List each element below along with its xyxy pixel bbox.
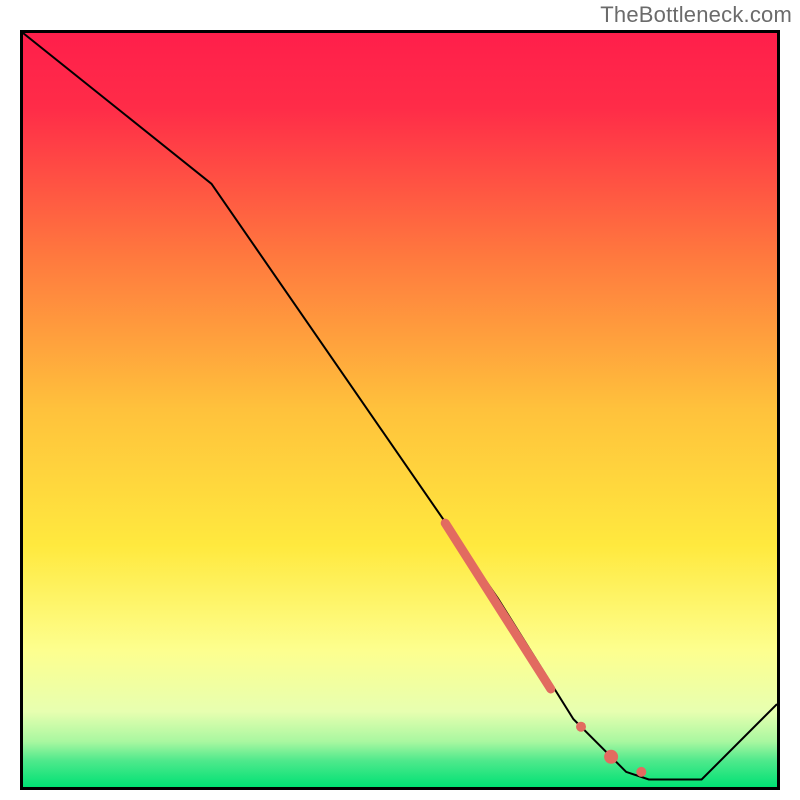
bottleneck-curve xyxy=(23,33,777,780)
watermark-text: TheBottleneck.com xyxy=(600,2,792,28)
curve-marker xyxy=(636,767,646,777)
curve-marker xyxy=(604,750,618,764)
curve-marker xyxy=(576,722,586,732)
curve-markers xyxy=(576,722,646,777)
plot-area xyxy=(20,30,780,790)
chart-frame: TheBottleneck.com xyxy=(0,0,800,800)
highlighted-segment xyxy=(445,523,551,689)
chart-overlay xyxy=(23,33,777,787)
